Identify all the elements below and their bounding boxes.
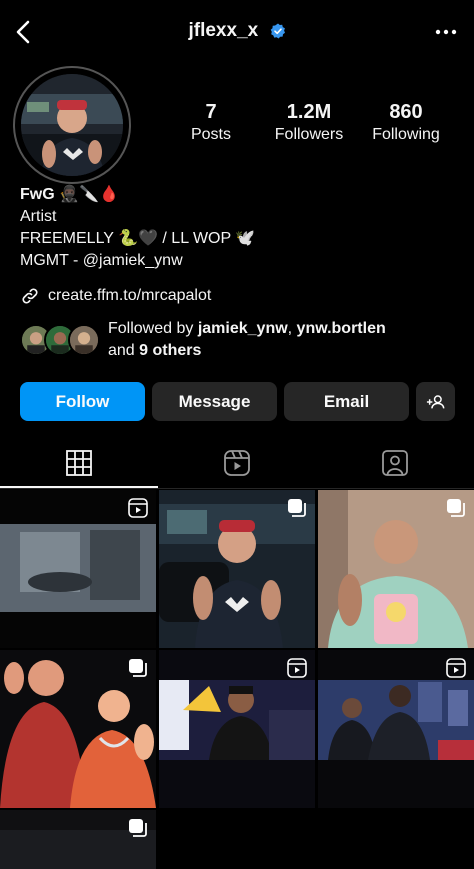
followers-label: Followers (274, 126, 344, 143)
post-thumbnail[interactable] (318, 490, 474, 648)
posts-stat[interactable]: 7 Posts (161, 100, 261, 146)
followed-by-section[interactable]: Followed by jamiek_ynw, ynw.bortlen and … (20, 318, 460, 362)
more-options-icon[interactable] (434, 22, 458, 42)
reel-badge-icon (287, 658, 307, 678)
bio-line-1: FREEMELLY 🐍🖤 / LL WOP 🕊️ (20, 230, 256, 247)
link-icon (22, 288, 38, 304)
posts-label: Posts (190, 126, 231, 143)
post-thumbnail[interactable] (159, 650, 315, 808)
avatar-ring[interactable] (13, 66, 131, 184)
follow-button[interactable]: Follow (20, 382, 145, 421)
followers-stat[interactable]: 1.2M Followers (259, 100, 359, 146)
profile-tabs (0, 440, 474, 488)
reel-badge-icon (446, 658, 466, 678)
reel-badge-icon (128, 498, 148, 518)
followed-by-and: and (108, 342, 140, 359)
profile-link[interactable]: create.ffm.to/mrcapalot (20, 285, 211, 307)
username: jflexx_x (188, 20, 259, 41)
tagged-icon[interactable] (380, 448, 410, 478)
grid-icon[interactable] (64, 448, 94, 478)
avatar (21, 74, 123, 176)
follower-avatar-3 (68, 324, 100, 356)
post-thumbnail[interactable] (0, 650, 156, 808)
add-person-icon (426, 394, 444, 408)
followed-by-text: Followed by jamiek_ynw, ynw.bortlen and … (108, 318, 386, 362)
post-thumbnail[interactable] (159, 490, 315, 648)
carousel-badge-icon (288, 499, 306, 517)
message-button[interactable]: Message (152, 382, 277, 421)
following-label: Following (372, 126, 440, 143)
reels-icon[interactable] (222, 448, 252, 478)
avatar-photo (21, 74, 123, 176)
followed-by-prefix: Followed by (108, 320, 198, 337)
carousel-badge-icon (129, 659, 147, 677)
following-count: 860 (389, 101, 423, 123)
top-bar: jflexx_x (0, 0, 474, 64)
followed-by-user-1[interactable]: jamiek_ynw (198, 320, 288, 337)
followed-by-user-2[interactable]: ynw.bortlen (297, 320, 386, 337)
tab-divider (0, 488, 474, 489)
category-label: Artist (20, 208, 57, 225)
display-name: FwG 🥷🏿🔪🩸 (20, 186, 119, 203)
carousel-badge-icon (129, 819, 147, 837)
profile-username-header: jflexx_x (0, 20, 474, 42)
followers-count: 1.2M (286, 101, 332, 123)
post-thumbnail[interactable] (318, 650, 474, 808)
followed-by-separator: , (287, 320, 297, 337)
verified-badge-icon (270, 23, 285, 39)
profile-link-text: create.ffm.to/mrcapalot (48, 287, 212, 304)
carousel-badge-icon (447, 499, 465, 517)
email-button[interactable]: Email (284, 382, 409, 421)
post-thumbnail[interactable] (0, 490, 156, 648)
profile-bio: FwG 🥷🏿🔪🩸 Artist FREEMELLY 🐍🖤 / LL WOP 🕊️… (20, 184, 255, 272)
following-stat[interactable]: 860 Following (356, 100, 456, 146)
suggested-accounts-button[interactable] (416, 382, 455, 421)
followed-by-others[interactable]: 9 others (139, 342, 201, 359)
post-thumbnail[interactable] (0, 810, 156, 869)
posts-count: 7 (205, 101, 217, 123)
bio-line-2: MGMT - @jamiek_ynw (20, 252, 183, 269)
